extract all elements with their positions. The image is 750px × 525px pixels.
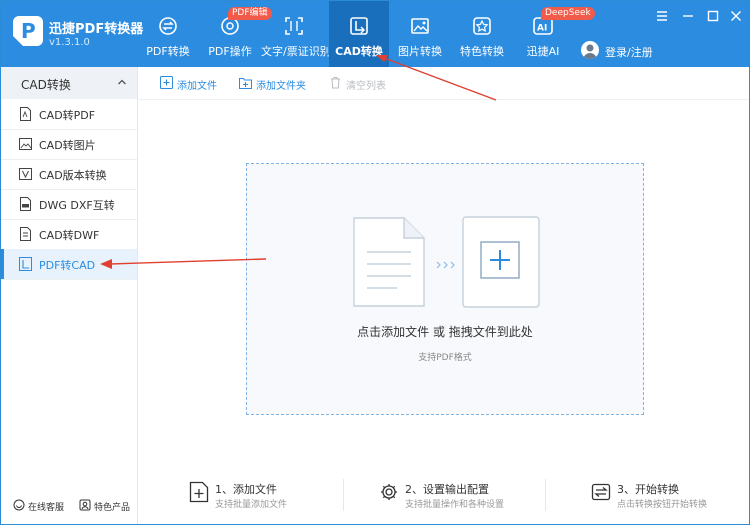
product-icon (79, 499, 91, 511)
menu-icon[interactable] (653, 7, 671, 25)
tab-special-convert[interactable]: 特色转换 (451, 1, 513, 67)
sidebar-header[interactable]: CAD转换 (1, 67, 137, 99)
app-name: 迅捷PDF转换器 (49, 22, 144, 37)
document-to-add-icon (353, 216, 540, 308)
online-service-label: 在线客服 (28, 503, 65, 513)
close-icon[interactable] (727, 7, 745, 25)
svg-text:AI: AI (537, 24, 547, 34)
special-convert-icon (473, 17, 491, 35)
sidebar-item-label: CAD转DWF (39, 229, 100, 242)
tab-label: 文字/票证识别 (261, 45, 331, 58)
step-title: 2、设置输出配置 (405, 483, 489, 496)
convert-icon (591, 483, 611, 501)
dwg-file-icon (20, 197, 31, 211)
clear-list-label: 清空列表 (346, 81, 386, 92)
cad-file-icon (19, 257, 32, 271)
chevron-up-icon (118, 79, 126, 85)
file-toolbar: 添加文件 添加文件夹 清空列表 (138, 67, 749, 100)
step-description: 点击转换按钮开始转换 (617, 500, 708, 510)
user-icon (583, 44, 597, 59)
add-folder-label: 添加文件夹 (256, 81, 306, 92)
step-description: 支持批量操作和各种设置 (405, 500, 505, 510)
sidebar-item-label: DWG DXF互转 (39, 199, 115, 212)
gear-icon (381, 484, 397, 500)
featured-products-label: 特色产品 (94, 503, 131, 513)
login-register-link[interactable]: 登录/注册 (605, 44, 653, 60)
tab-pdf-convert[interactable]: PDF转换 (137, 1, 199, 67)
top-navigation-bar: P 迅捷PDF转换器 v1.3.1.0 PDF转换 PDF操作 PDF编辑 文字… (1, 1, 749, 67)
step-divider (545, 479, 546, 511)
headset-icon (13, 499, 25, 511)
step-title: 3、开始转换 (617, 483, 679, 496)
drop-zone-instruction: 点击添加文件 或 拖拽文件到此处 (357, 325, 533, 339)
pdf-convert-icon (159, 17, 177, 35)
tab-image-convert[interactable]: 图片转换 (389, 1, 451, 67)
app-window: P 迅捷PDF转换器 v1.3.1.0 PDF转换 PDF操作 PDF编辑 文字… (0, 0, 750, 525)
ocr-icon (285, 17, 303, 35)
add-file-label: 添加文件 (177, 81, 217, 92)
sidebar-item-label: CAD转PDF (39, 109, 96, 122)
step-divider (343, 479, 344, 511)
sidebar-item-cad-version[interactable]: CAD版本转换 (1, 159, 137, 190)
tab-label: 迅捷AI (526, 45, 560, 58)
tab-label: PDF转换 (146, 45, 190, 58)
minimize-icon[interactable] (679, 7, 697, 25)
tab-label: 特色转换 (460, 45, 504, 58)
app-logo: P (13, 16, 43, 46)
supported-format-hint: 支持PDF格式 (418, 353, 472, 363)
sidebar-item-cad-to-image[interactable]: CAD转图片 (1, 129, 137, 160)
tab-pdf-operate[interactable]: PDF操作 PDF编辑 (199, 1, 272, 67)
file-drop-zone[interactable]: 点击添加文件 或 拖拽文件到此处 支持PDF格式 (246, 163, 644, 415)
avatar[interactable] (581, 41, 599, 59)
sidebar-item-label: CAD版本转换 (39, 169, 107, 182)
image-file-icon (19, 138, 32, 150)
version-icon (19, 168, 32, 180)
tab-ocr[interactable]: 文字/票证识别 (261, 1, 331, 67)
tab-label: 图片转换 (398, 45, 442, 58)
tab-label: PDF操作 (208, 45, 252, 58)
trash-icon (331, 77, 340, 89)
tab-label: CAD转换 (335, 45, 383, 58)
sidebar-item-cad-to-pdf[interactable]: CAD转PDF (1, 99, 137, 130)
sidebar-item-label: CAD转图片 (39, 139, 96, 152)
pdf-file-icon (20, 107, 31, 121)
step-title: 1、添加文件 (215, 483, 277, 496)
app-version: v1.3.1.0 (49, 37, 90, 48)
sidebar-item-dwg-dxf[interactable]: DWG DXF互转 (1, 189, 137, 220)
sidebar-item-pdf-to-cad[interactable]: PDF转CAD (1, 249, 137, 280)
sidebar: CAD转换 CAD转PDF CAD转图片 CAD版本转换 DWG DXF互转 C… (1, 67, 138, 524)
sidebar-item-label: PDF转CAD (39, 259, 96, 272)
maximize-icon[interactable] (704, 7, 722, 25)
image-convert-icon (411, 18, 429, 34)
add-document-icon (189, 481, 209, 503)
dwf-file-icon (20, 227, 31, 241)
sidebar-item-cad-to-dwf[interactable]: CAD转DWF (1, 219, 137, 250)
add-file-icon (160, 76, 173, 89)
deepseek-badge: DeepSeek (541, 7, 595, 20)
add-folder-icon (239, 78, 252, 89)
step-description: 支持批量添加文件 (215, 500, 288, 510)
tab-ai[interactable]: AI 迅捷AI DeepSeek (513, 1, 595, 67)
tab-cad-convert[interactable]: CAD转换 (329, 1, 389, 67)
sidebar-header-label: CAD转换 (21, 78, 71, 92)
cad-convert-icon (350, 17, 368, 35)
